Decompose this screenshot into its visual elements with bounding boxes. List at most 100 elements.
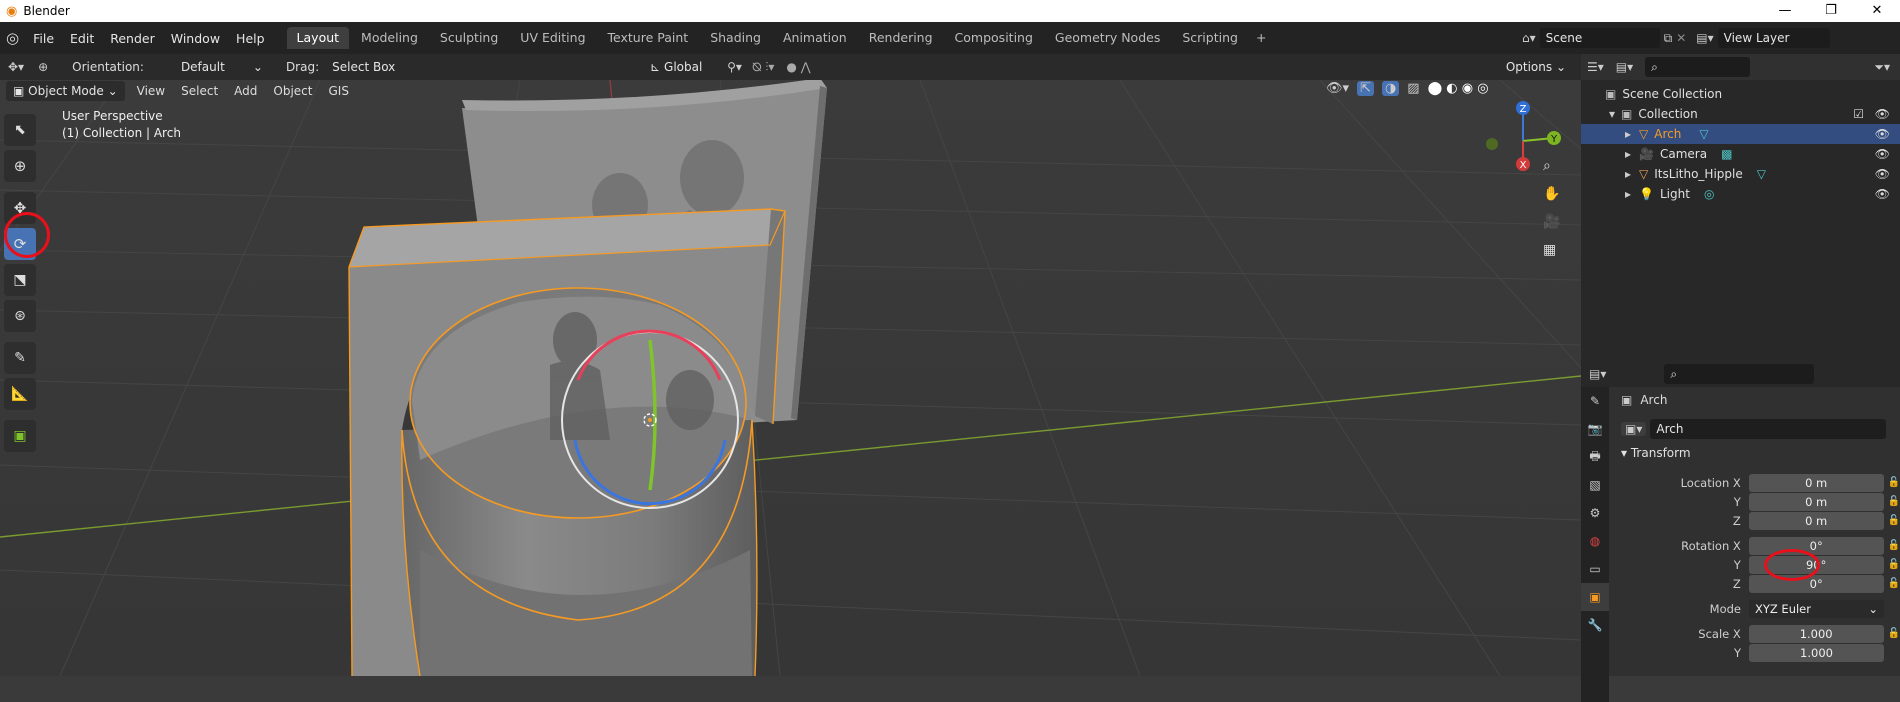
tab-shading[interactable]: Shading [700, 27, 771, 49]
transform-pivot-icon[interactable]: ✥▾ [8, 60, 24, 74]
eye-icon[interactable]: 👁 [1875, 107, 1890, 121]
tool-tab-icon[interactable]: ✎ [1581, 387, 1609, 415]
pivot-point-icon[interactable]: ⚲▾ [727, 60, 742, 74]
tab-rendering[interactable]: Rendering [859, 27, 943, 49]
menu-help[interactable]: Help [228, 31, 273, 46]
rotation-z-field[interactable]: 0° [1748, 574, 1884, 593]
menu-add[interactable]: Add [234, 84, 257, 98]
measure-tool[interactable]: 📐 [4, 378, 36, 410]
overlay-icon[interactable]: ◑ [1381, 81, 1400, 96]
menu-window[interactable]: Window [163, 31, 228, 46]
blender-menu-icon[interactable]: ◎ [6, 29, 19, 47]
add-cube-tool[interactable]: ▣ [4, 420, 36, 452]
eye-icon[interactable]: 👁 [1875, 147, 1890, 161]
display-mode-icon[interactable]: ▤▾ [1616, 60, 1633, 74]
world-tab-icon[interactable]: ◍ [1581, 527, 1609, 555]
outliner-item-arch[interactable]: ▸ ▽ Arch ▽ 👁 [1581, 124, 1900, 144]
lock-icon[interactable]: 🔓 [1888, 477, 1900, 488]
object-tab-icon[interactable]: ▣ [1581, 583, 1609, 611]
location-y-field[interactable]: 0 m [1748, 492, 1884, 511]
navigation-gizmo[interactable]: Z Y X [1478, 96, 1568, 186]
view-layer-field[interactable]: View Layer [1717, 28, 1830, 48]
expand-arrow-icon[interactable]: ▸ [1625, 187, 1631, 201]
menu-view[interactable]: View [137, 84, 165, 98]
restore-button[interactable]: ❐ [1808, 0, 1854, 22]
menu-object[interactable]: Object [273, 84, 312, 98]
shading-solid-icon[interactable]: ⬤ ◐ ◉ ◎ [1428, 81, 1489, 96]
ortho-grid-icon[interactable]: ▦ [1543, 242, 1560, 258]
scene-icon[interactable]: ⌂▾ [1522, 31, 1536, 45]
tab-texture-paint[interactable]: Texture Paint [598, 27, 699, 49]
tab-compositing[interactable]: Compositing [945, 27, 1043, 49]
minimize-button[interactable]: — [1762, 0, 1808, 22]
scene-name-field[interactable]: Scene [1539, 28, 1660, 48]
annotate-tool[interactable]: ✎ [4, 342, 36, 374]
outliner-item-camera[interactable]: ▸ 🎥 Camera ▩ 👁 [1581, 144, 1900, 164]
object-datablock-icon[interactable]: ▣▾ [1621, 422, 1647, 436]
scale-y-field[interactable]: 1.000 [1749, 643, 1884, 662]
output-tab-icon[interactable]: 🖶 [1581, 443, 1609, 471]
lock-icon[interactable]: 🔓 [1888, 540, 1900, 551]
cursor-tool[interactable]: ⊕ [4, 150, 36, 182]
xray-icon[interactable]: ▨ [1407, 81, 1419, 96]
menu-file[interactable]: File [25, 31, 62, 46]
menu-select[interactable]: Select [181, 84, 218, 98]
expand-arrow-icon[interactable]: ▸ [1625, 167, 1631, 181]
visibility-icon[interactable]: 👁▾ [1326, 81, 1349, 96]
new-scene-icon[interactable]: ⧉ [1664, 31, 1673, 46]
lock-icon[interactable]: 🔓 [1888, 559, 1900, 570]
render-tab-icon[interactable]: 📷 [1581, 415, 1609, 443]
lock-icon[interactable]: 🔓 [1888, 628, 1900, 639]
expand-arrow-icon[interactable]: ▸ [1625, 127, 1631, 141]
filter-icon[interactable]: ⏷▾ [1874, 60, 1890, 75]
transform-tool[interactable]: ⊛ [4, 300, 36, 332]
viewport-scene[interactable] [0, 80, 1581, 676]
tab-modeling[interactable]: Modeling [351, 27, 428, 49]
outliner-item-light[interactable]: ▸ 💡 Light ◎ 👁 [1581, 184, 1900, 204]
remove-scene-icon[interactable]: ✕ [1676, 31, 1686, 45]
scale-x-field[interactable]: 1.000 [1748, 624, 1884, 643]
tab-scripting[interactable]: Scripting [1172, 27, 1248, 49]
menu-edit[interactable]: Edit [62, 31, 102, 46]
3d-viewport[interactable]: Z Y X ⌕ ✋ 🎥 ▦ [0, 80, 1581, 676]
location-z-field[interactable]: 0 m [1748, 511, 1884, 530]
properties-search-input[interactable]: ⌕ [1664, 364, 1815, 384]
snap-icon[interactable]: ⦰ ⫶▾ [752, 60, 774, 75]
rotation-x-field[interactable]: 0° [1748, 536, 1884, 555]
collection-tab-icon[interactable]: ▭ [1581, 555, 1609, 583]
proportional-edit-icon[interactable]: ● ⋀ [786, 60, 810, 74]
add-workspace-button[interactable]: + [1250, 27, 1272, 49]
eye-icon[interactable]: 👁 [1875, 187, 1890, 201]
outliner-item-itslitho[interactable]: ▸ ▽ ItsLitho_Hipple ▽ 👁 [1581, 164, 1900, 184]
eye-icon[interactable]: 👁 [1875, 127, 1890, 141]
transform-section-header[interactable]: ▾ Transform [1621, 446, 1691, 460]
pan-hand-icon[interactable]: ✋ [1543, 186, 1560, 202]
outliner-collection[interactable]: ▾ ▣ Collection ☑ 👁 [1581, 104, 1900, 124]
tab-uv-editing[interactable]: UV Editing [510, 27, 595, 49]
menu-gis[interactable]: GIS [328, 84, 348, 98]
scale-tool[interactable]: ⬔ [4, 264, 36, 296]
gizmo-toggle-icon[interactable]: ⇱ [1357, 81, 1374, 96]
checkbox-icon[interactable]: ☑ [1853, 107, 1864, 121]
tab-layout[interactable]: Layout [286, 27, 350, 49]
orientation-dropdown[interactable]: Default ⌄ [173, 57, 270, 77]
menu-render[interactable]: Render [102, 31, 163, 46]
object-name-field[interactable]: Arch [1650, 419, 1887, 439]
camera-view-icon[interactable]: 🎥 [1543, 214, 1560, 230]
transform-affect-icon[interactable]: ⊕ [38, 60, 48, 74]
view-layer-icon[interactable]: ▤▾ [1696, 31, 1713, 45]
rotation-mode-dropdown[interactable]: XYZ Euler ⌄ [1749, 599, 1884, 618]
editor-type-icon[interactable]: ☰▾ [1587, 60, 1604, 74]
location-x-field[interactable]: 0 m [1748, 473, 1884, 492]
outliner-scene-collection[interactable]: ▣ Scene Collection [1581, 84, 1900, 104]
drag-dropdown[interactable]: Select Box ⌄ [325, 57, 412, 94]
view-layer-tab-icon[interactable]: ▧ [1581, 471, 1609, 499]
close-button[interactable]: ✕ [1854, 0, 1900, 22]
options-dropdown[interactable]: Options ⌄ [1498, 57, 1573, 77]
outliner-search-input[interactable]: ⌕ [1645, 57, 1751, 77]
expand-arrow-icon[interactable]: ▾ [1609, 107, 1615, 121]
select-box-tool[interactable]: ⬉ [4, 114, 36, 146]
lock-icon[interactable]: 🔓 [1888, 578, 1900, 589]
object-mode-dropdown[interactable]: ▣ Object Mode ⌄ [6, 81, 125, 101]
tab-sculpting[interactable]: Sculpting [430, 27, 508, 49]
